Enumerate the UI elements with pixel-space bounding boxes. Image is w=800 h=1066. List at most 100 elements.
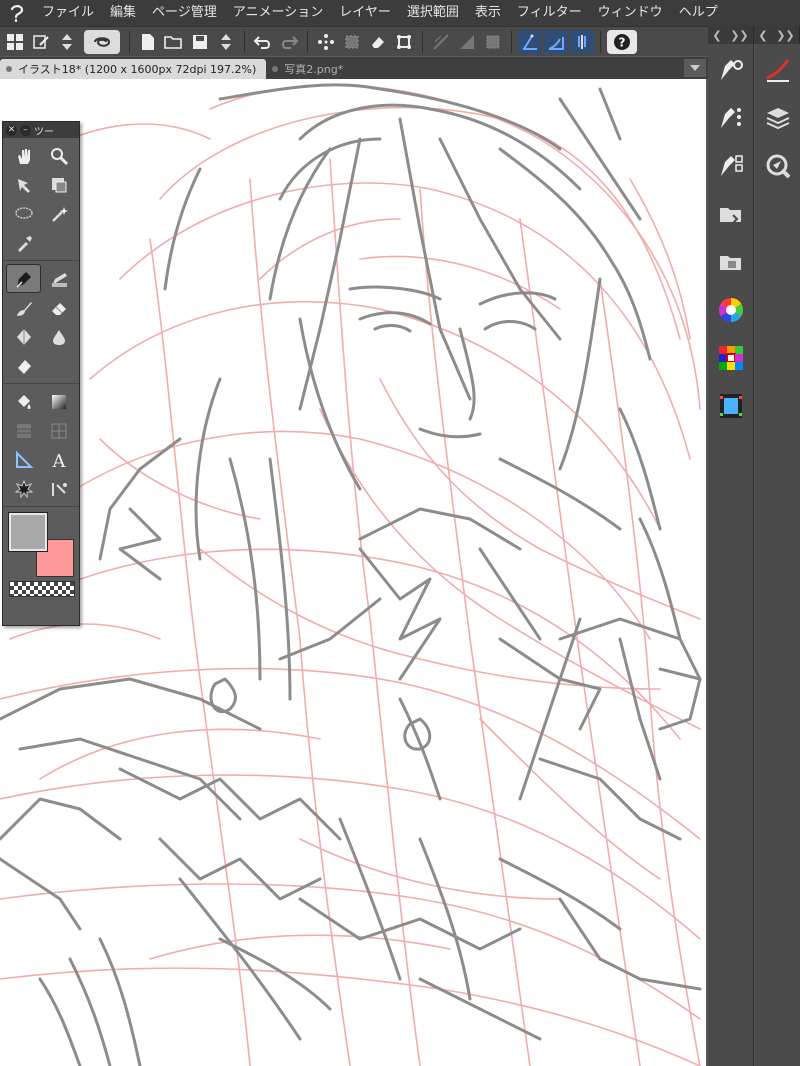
edit-doc-icon[interactable] [29, 30, 53, 54]
menu-layer[interactable]: レイヤー [331, 0, 399, 26]
menu-filter[interactable]: フィルター [509, 0, 590, 26]
menu-page-management[interactable]: ページ管理 [144, 0, 225, 26]
new-icon[interactable] [136, 30, 160, 54]
menu-bar: ファイル 編集 ページ管理 アニメーション レイヤー 選択範囲 表示 フィルター… [0, 0, 800, 26]
gradient-icon[interactable] [42, 388, 75, 415]
main-color-swatch[interactable] [9, 513, 47, 551]
layer-move-icon[interactable] [42, 171, 75, 198]
tab-photo[interactable]: 写真2.png* [266, 59, 353, 79]
text-icon[interactable]: A [42, 446, 75, 473]
menu-selection[interactable]: 選択範囲 [399, 0, 467, 26]
grid-icon[interactable] [3, 30, 27, 54]
tab-close-dot-icon[interactable] [272, 66, 279, 72]
tab-illustration[interactable]: イラスト18* (1200 x 1600px 72dpi 197.2%) [0, 59, 267, 79]
updown-icon[interactable] [55, 30, 79, 54]
menu-help[interactable]: ヘルプ [671, 0, 726, 26]
frame-border-icon[interactable] [7, 417, 40, 444]
fill-icon[interactable] [7, 388, 40, 415]
menu-window[interactable]: ウィンドウ [590, 0, 671, 26]
layer-property-icon[interactable] [715, 198, 747, 230]
updown-icon[interactable] [214, 30, 238, 54]
sub-tool-icon[interactable] [715, 102, 747, 134]
magic-wand-icon[interactable] [42, 200, 75, 227]
pen-icon[interactable] [6, 264, 41, 293]
hand-icon[interactable] [7, 142, 40, 169]
open-icon[interactable] [162, 30, 186, 54]
tab-close-dot-icon[interactable] [6, 66, 12, 72]
transparent-color-swatch[interactable] [9, 581, 75, 597]
color-wheel-icon[interactable] [715, 294, 747, 326]
brush-icon[interactable] [7, 294, 40, 321]
help-icon[interactable]: ? [607, 29, 637, 54]
command-bar: ? [0, 26, 708, 56]
eyedropper-icon[interactable] [7, 229, 40, 256]
ruler-icon[interactable] [429, 30, 453, 54]
chevron-down-icon [690, 65, 700, 71]
app-logo-icon[interactable] [0, 0, 34, 26]
minimize-icon[interactable]: – [20, 124, 31, 136]
move-icon[interactable] [7, 171, 40, 198]
undo-icon[interactable] [251, 30, 275, 54]
water-icon[interactable] [42, 323, 75, 350]
dock-collapse-arrows[interactable]: ❮ ❯❯ [754, 26, 800, 44]
tool-group-drawing [3, 261, 79, 384]
menu-view[interactable]: 表示 [467, 0, 509, 26]
eraser-selection-icon[interactable] [366, 30, 390, 54]
balloon-icon[interactable] [7, 475, 40, 502]
empty-slot [42, 229, 75, 256]
eraser-icon[interactable] [42, 294, 75, 321]
tool-palette-header[interactable]: ✕ – ツー [3, 122, 79, 138]
material-icon[interactable] [715, 246, 747, 278]
tool-group-fill: A [3, 384, 79, 507]
sketch-artwork [0, 83, 702, 1066]
snap-grid-icon[interactable] [570, 29, 594, 54]
menu-edit[interactable]: 編集 [102, 0, 144, 26]
pencil-icon[interactable] [42, 265, 75, 292]
tab-label: イラスト18* (1200 x 1600px 72dpi 197.2%) [18, 63, 257, 76]
dock-collapse-arrows[interactable]: ❮ ❯❯ [708, 26, 754, 44]
toolbar-divider [129, 30, 130, 53]
tool-palette[interactable]: ✕ – ツー A [2, 121, 80, 626]
cleaner-icon[interactable] [7, 352, 40, 379]
svg-text:A: A [51, 451, 66, 470]
line-correct-icon[interactable] [42, 475, 75, 502]
menu-animation[interactable]: アニメーション [225, 0, 331, 26]
sub-tool-detail-icon[interactable] [715, 150, 747, 182]
close-icon[interactable]: ✕ [6, 124, 17, 136]
layer-icon[interactable] [762, 102, 794, 134]
blend-icon[interactable] [7, 323, 40, 350]
clip-studio-window: ファイル 編集 ページ管理 アニメーション レイヤー 選択範囲 表示 フィルター… [0, 0, 800, 1066]
document-tab-bar: イラスト18* (1200 x 1600px 72dpi 197.2%) 写真2… [0, 57, 708, 79]
tool-property-icon[interactable] [715, 54, 747, 86]
tool-palette-title: ツー [34, 126, 54, 138]
timeline-icon[interactable] [715, 390, 747, 422]
svg-text:?: ? [619, 35, 626, 49]
tab-menu-button[interactable] [684, 59, 706, 77]
tab-label: 写真2.png* [284, 63, 344, 76]
snap-ruler-icon[interactable] [518, 29, 542, 54]
menu-file[interactable]: ファイル [34, 0, 102, 26]
swirl-icon[interactable] [84, 29, 120, 54]
drawing-canvas[interactable] [0, 79, 706, 1066]
empty-slot [42, 352, 75, 379]
fill-selection-icon[interactable] [340, 30, 364, 54]
tone-icon[interactable] [42, 417, 75, 444]
crop-icon[interactable] [392, 30, 416, 54]
toolbar-divider [244, 30, 245, 53]
save-icon[interactable] [188, 30, 212, 54]
zoom-icon[interactable] [42, 142, 75, 169]
hatch-icon[interactable] [455, 30, 479, 54]
toolbar-divider [600, 30, 601, 53]
color-icon-area [3, 507, 79, 601]
brush-size-icon[interactable] [762, 54, 794, 86]
snap-special-icon[interactable] [544, 29, 568, 54]
transform-icon[interactable] [314, 30, 338, 54]
frame-icon[interactable] [481, 30, 505, 54]
redo-icon[interactable] [277, 30, 301, 54]
tool-group-navigation [3, 138, 79, 261]
toolbar-divider [511, 30, 512, 53]
navigator-icon[interactable] [762, 150, 794, 182]
color-set-icon[interactable] [715, 342, 747, 374]
ruler-tool-icon[interactable] [7, 446, 40, 473]
lasso-icon[interactable] [7, 200, 40, 227]
